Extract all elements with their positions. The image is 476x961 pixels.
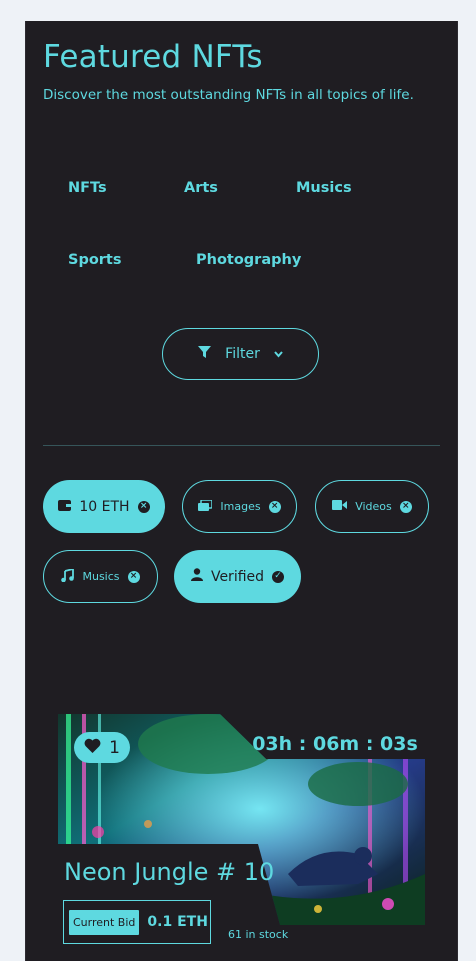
stock-count: 61 in stock	[228, 928, 289, 941]
chip-10-eth[interactable]: 10 ETH ×	[43, 480, 165, 533]
chevron-down-icon	[274, 346, 283, 362]
nft-card[interactable]: 1 03h : 06m : 03s Neon Jungle # 10 Curre…	[58, 714, 425, 961]
chip-label: Verified	[210, 568, 265, 585]
current-bid-label: Current Bid	[69, 909, 140, 935]
like-button[interactable]: 1	[74, 732, 130, 763]
current-bid-value: 0.1 ETH	[147, 914, 208, 930]
heart-icon	[84, 738, 101, 758]
close-icon[interactable]: ×	[127, 570, 140, 583]
chip-label: Images	[220, 500, 261, 513]
like-count: 1	[109, 737, 120, 758]
page-subtitle: Discover the most outstanding NFTs in al…	[43, 87, 414, 103]
chip-musics[interactable]: Musics ×	[43, 550, 158, 603]
chip-images[interactable]: Images ×	[182, 480, 297, 533]
video-icon	[332, 500, 348, 513]
category-photography[interactable]: Photography	[196, 252, 301, 268]
countdown-timer: 03h : 06m : 03s	[252, 733, 418, 755]
wallet-icon	[58, 499, 72, 515]
chip-verified[interactable]: Verified ✓	[174, 550, 301, 603]
filter-button[interactable]: Filter	[162, 328, 319, 380]
current-bid-box: Current Bid 0.1 ETH	[63, 900, 211, 944]
music-note-icon	[61, 567, 75, 585]
page-title: Featured NFTs	[43, 39, 263, 75]
funnel-icon	[198, 345, 212, 363]
chip-videos[interactable]: Videos ×	[315, 480, 429, 533]
section-divider	[43, 445, 440, 446]
images-icon	[198, 498, 214, 514]
featured-nfts-panel: Featured NFTs Discover the most outstand…	[25, 21, 458, 961]
chip-label: 10 ETH	[79, 498, 130, 515]
close-icon[interactable]: ×	[399, 500, 412, 513]
close-icon[interactable]: ×	[268, 500, 281, 513]
close-icon[interactable]: ×	[137, 500, 150, 513]
category-musics[interactable]: Musics	[296, 180, 352, 196]
category-sports[interactable]: Sports	[68, 252, 122, 268]
category-nfts[interactable]: NFTs	[68, 180, 107, 196]
chip-label: Videos	[355, 500, 392, 513]
user-icon	[190, 568, 203, 585]
nft-title[interactable]: Neon Jungle # 10	[64, 858, 274, 886]
check-badge-icon: ✓	[272, 570, 285, 583]
chip-label: Musics	[82, 570, 120, 583]
category-arts[interactable]: Arts	[184, 180, 218, 196]
filter-label: Filter	[225, 346, 260, 362]
